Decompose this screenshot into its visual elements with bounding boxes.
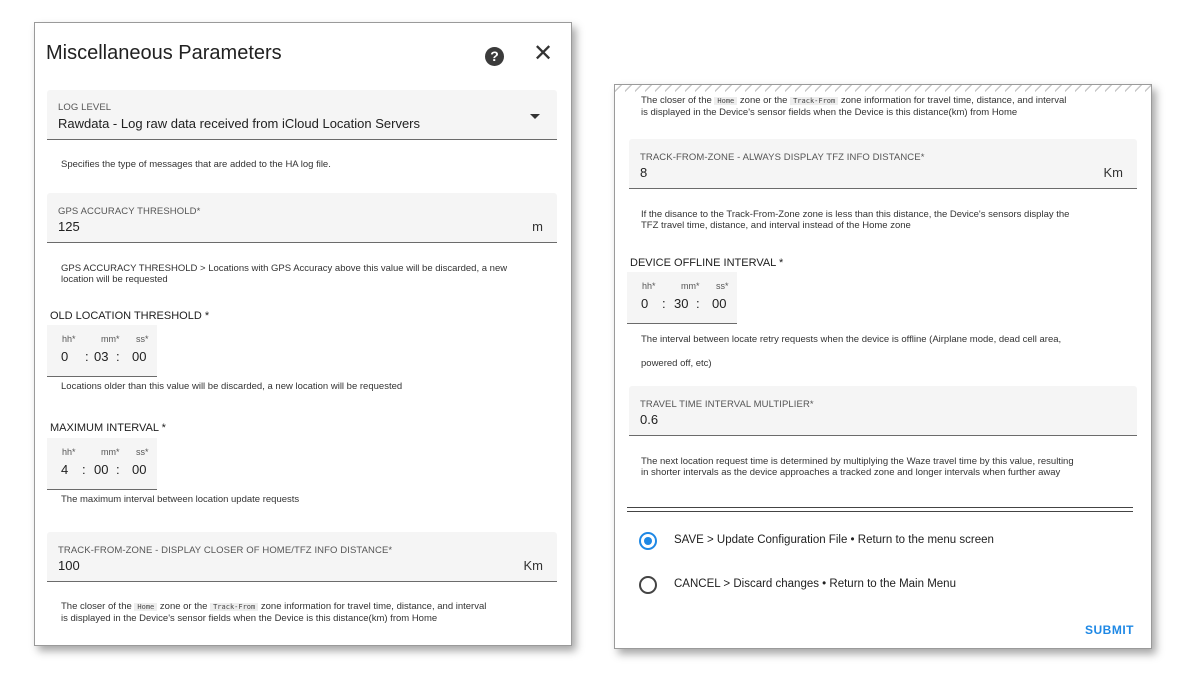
tfz-always-distance-field[interactable]: Track-From-Zone - Always Display TFZ Inf… <box>629 139 1137 189</box>
mm-label: mm* <box>681 281 700 291</box>
help-text-part: The closer of the <box>61 601 132 612</box>
hours-input[interactable]: 0 <box>61 349 68 364</box>
help-text-part: is displayed in the Device's sensor fiel… <box>61 613 438 624</box>
tfz-always-help: If the disance to the Track-From-Zone zo… <box>641 209 1131 231</box>
dialog-title: Miscellaneous Parameters <box>46 42 282 64</box>
mm-label: mm* <box>101 334 120 344</box>
help-text-part: If the disance to the Track-From-Zone zo… <box>641 209 1070 220</box>
help-text-part: TFZ travel time, distance, and interval … <box>641 220 911 231</box>
hh-label: hh* <box>62 447 76 457</box>
gps-accuracy-suffix: m <box>532 219 543 234</box>
help-text-part: powered off, etc) <box>641 358 712 369</box>
help-text-part: The next location request time is determ… <box>641 456 1074 467</box>
travel-multiplier-value[interactable]: 0.6 <box>640 412 658 427</box>
log-level-select[interactable]: Log Level Rawdata - Log raw data receive… <box>47 90 557 140</box>
tfz-closer-help: The closer of the Home zone or the Track… <box>61 601 551 624</box>
travel-multiplier-field[interactable]: Travel Time Interval Multiplier* 0.6 <box>629 386 1137 436</box>
cancel-radio[interactable] <box>639 576 657 594</box>
max-interval-title: MAXIMUM INTERVAL * <box>50 422 166 434</box>
max-interval-help: The maximum interval between location up… <box>61 494 300 505</box>
help-text-part: in shorter intervals as the device appro… <box>641 467 1061 478</box>
hh-label: hh* <box>62 334 76 344</box>
gps-accuracy-field[interactable]: GPS Accuracy Threshold* 125 m <box>47 193 557 243</box>
help-text-part: zone or the <box>739 95 788 106</box>
colon: : <box>116 349 120 364</box>
minutes-input[interactable]: 00 <box>94 462 108 477</box>
tfz-closer-distance-field[interactable]: Track-From-Zone - Display Closer of Home… <box>47 532 557 582</box>
submit-button[interactable]: SUBMIT <box>1085 623 1134 637</box>
track-from-code: Track-From <box>790 97 839 105</box>
help-text-part: zone information for travel time, distan… <box>260 601 487 612</box>
right-dialog-panel: The closer of the Home zone or the Track… <box>614 84 1152 649</box>
travel-multiplier-label: Travel Time Interval Multiplier* <box>640 399 814 410</box>
minutes-input[interactable]: 30 <box>674 296 688 311</box>
gps-accuracy-value[interactable]: 125 <box>58 219 80 234</box>
tfz-closer-help-continued: The closer of the Home zone or the Track… <box>641 95 1131 118</box>
max-interval-duration[interactable]: hh* mm* ss* 4 : 00 : 00 <box>47 438 157 490</box>
log-level-value: Rawdata - Log raw data received from iCl… <box>58 116 421 131</box>
help-text-part: is displayed in the Device's sensor fiel… <box>641 107 1018 118</box>
gps-accuracy-help: GPS ACCURACY THRESHOLD > Locations with … <box>61 263 508 285</box>
minutes-input[interactable]: 03 <box>94 349 108 364</box>
ss-label: ss* <box>136 447 149 457</box>
seconds-input[interactable]: 00 <box>132 349 146 364</box>
hh-label: hh* <box>642 281 656 291</box>
ss-label: ss* <box>716 281 729 291</box>
tfz-closer-label: Track-From-Zone - Display Closer of Home… <box>58 545 393 556</box>
seconds-input[interactable]: 00 <box>712 296 726 311</box>
colon: : <box>116 462 120 477</box>
hours-input[interactable]: 0 <box>641 296 648 311</box>
help-text-part: zone or the <box>159 601 208 612</box>
seconds-input[interactable]: 00 <box>132 462 146 477</box>
help-question-icon[interactable]: ? <box>485 47 504 66</box>
tfz-closer-value[interactable]: 100 <box>58 558 80 573</box>
log-level-help: Specifies the type of messages that are … <box>61 159 331 170</box>
old-location-title: OLD LOCATION THRESHOLD * <box>50 310 210 322</box>
hours-input[interactable]: 4 <box>61 462 68 477</box>
track-from-code: Track-From <box>210 603 259 611</box>
close-icon[interactable]: ✕ <box>533 42 553 66</box>
cancel-option-label[interactable]: CANCEL > Discard changes • Return to the… <box>674 578 956 590</box>
tfz-always-value[interactable]: 8 <box>640 165 647 180</box>
colon: : <box>696 296 700 311</box>
travel-multiplier-help: The next location request time is determ… <box>641 456 1136 478</box>
dropdown-caret-icon[interactable] <box>530 114 540 119</box>
help-text-part: The closer of the <box>641 95 712 106</box>
home-code: Home <box>714 97 738 105</box>
colon: : <box>662 296 666 311</box>
offline-interval-title: DEVICE OFFLINE INTERVAL * <box>630 257 784 269</box>
ss-label: ss* <box>136 334 149 344</box>
save-option-label[interactable]: SAVE > Update Configuration File • Retur… <box>674 534 994 546</box>
old-location-help: Locations older than this value will be … <box>61 381 403 392</box>
help-text-part: The interval between locate retry reques… <box>641 334 1062 345</box>
colon: : <box>82 462 86 477</box>
left-dialog-panel: Miscellaneous Parameters ? ✕ Log Level R… <box>34 22 572 646</box>
old-location-duration[interactable]: hh* mm* ss* 0 : 03 : 00 <box>47 325 157 377</box>
section-divider <box>627 507 1133 512</box>
log-level-label: Log Level <box>58 102 112 113</box>
tfz-always-label: Track-From-Zone - Always Display TFZ Inf… <box>640 152 925 163</box>
offline-interval-duration[interactable]: hh* mm* ss* 0 : 30 : 00 <box>627 272 737 324</box>
help-text-part: zone information for travel time, distan… <box>840 95 1067 106</box>
home-code: Home <box>134 603 158 611</box>
tfz-always-suffix: Km <box>1103 165 1124 180</box>
save-radio[interactable] <box>639 532 657 550</box>
mm-label: mm* <box>101 447 120 457</box>
colon: : <box>85 349 89 364</box>
gps-accuracy-label: GPS Accuracy Threshold* <box>58 206 201 217</box>
offline-interval-help: The interval between locate retry reques… <box>641 328 1136 376</box>
tfz-closer-suffix: Km <box>523 558 544 573</box>
